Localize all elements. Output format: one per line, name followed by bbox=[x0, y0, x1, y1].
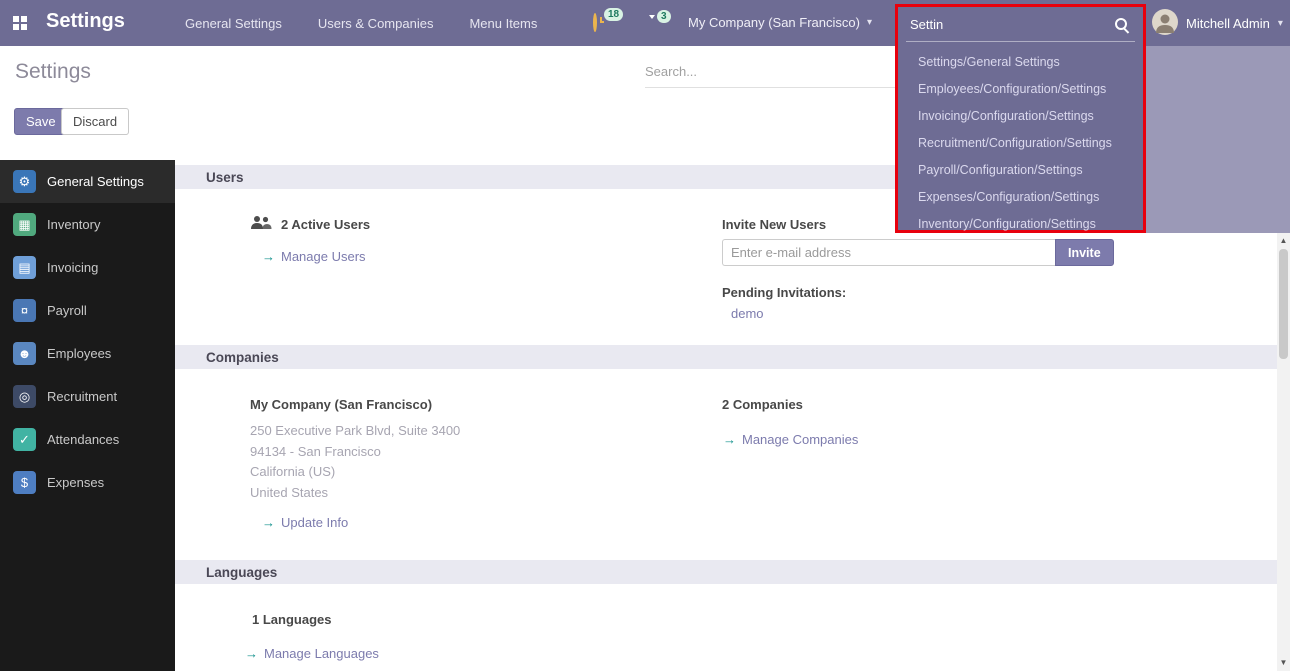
page-title: Settings bbox=[15, 60, 91, 84]
sidebar-item-employees[interactable]: ☻ Employees bbox=[0, 332, 175, 375]
address-line: California (US) bbox=[250, 462, 460, 483]
invite-form: Invite bbox=[722, 239, 1114, 266]
sidebar-item-expenses[interactable]: $ Expenses bbox=[0, 461, 175, 504]
address-line: 250 Executive Park Blvd, Suite 3400 bbox=[250, 421, 460, 442]
active-users-count: 2 Active Users bbox=[281, 217, 370, 232]
search-icon bbox=[1115, 18, 1127, 30]
sidebar-item-inventory[interactable]: ▦ Inventory bbox=[0, 203, 175, 246]
manage-companies-link[interactable]: → Manage Companies bbox=[723, 432, 858, 447]
menu-search-results: Settings/General Settings Employees/Conf… bbox=[898, 42, 1143, 238]
open-dropdown-region bbox=[1146, 46, 1290, 233]
users-section-title: Users bbox=[206, 170, 244, 185]
address-line: United States bbox=[250, 483, 460, 504]
manage-languages-label: Manage Languages bbox=[264, 646, 379, 661]
sidebar-item-label: Payroll bbox=[47, 303, 87, 318]
user-menu[interactable]: Mitchell Admin ▾ bbox=[1152, 9, 1283, 38]
menu-search-input[interactable] bbox=[906, 17, 1115, 32]
menu-general-settings[interactable]: General Settings bbox=[185, 16, 282, 31]
manage-companies-label: Manage Companies bbox=[742, 432, 858, 447]
search-result-item[interactable]: Employees/Configuration/Settings bbox=[898, 76, 1143, 103]
vertical-scrollbar[interactable]: ▲ ▼ bbox=[1277, 232, 1290, 671]
chevron-down-icon: ▾ bbox=[1278, 18, 1283, 29]
arrow-right-icon: → bbox=[245, 646, 258, 661]
update-info-link[interactable]: → Update Info bbox=[262, 515, 348, 530]
employees-icon: ☻ bbox=[13, 342, 36, 365]
app-title: Settings bbox=[46, 10, 125, 33]
languages-section-header: Languages bbox=[175, 560, 1278, 584]
arrow-right-icon: → bbox=[723, 432, 736, 447]
sidebar-item-payroll[interactable]: ¤ Payroll bbox=[0, 289, 175, 332]
company-switcher[interactable]: My Company (San Francisco) ▾ bbox=[688, 15, 872, 30]
settings-sidebar: ⚙ General Settings ▦ Inventory ▤ Invoici… bbox=[0, 160, 175, 671]
inventory-icon: ▦ bbox=[13, 213, 36, 236]
search-result-item[interactable]: Invoicing/Configuration/Settings bbox=[898, 103, 1143, 130]
user-avatar bbox=[1152, 9, 1178, 38]
search-result-item[interactable]: Settings/General Settings bbox=[898, 49, 1143, 76]
manage-languages-link[interactable]: → Manage Languages bbox=[245, 646, 379, 661]
manage-users-label: Manage Users bbox=[281, 249, 366, 264]
search-result-item[interactable]: Inventory/Configuration/Settings bbox=[898, 211, 1143, 238]
expenses-icon: $ bbox=[13, 471, 36, 494]
invite-email-input[interactable] bbox=[722, 239, 1055, 266]
attendance-icon: ✓ bbox=[13, 428, 36, 451]
activity-systray-button[interactable]: 18 bbox=[593, 15, 597, 30]
search-result-item[interactable]: Payroll/Configuration/Settings bbox=[898, 157, 1143, 184]
sidebar-item-label: Invoicing bbox=[47, 260, 98, 275]
menu-users-companies[interactable]: Users & Companies bbox=[318, 16, 434, 31]
sidebar-item-invoicing[interactable]: ▤ Invoicing bbox=[0, 246, 175, 289]
sidebar-item-general-settings[interactable]: ⚙ General Settings bbox=[0, 160, 175, 203]
search-result-item[interactable]: Expenses/Configuration/Settings bbox=[898, 184, 1143, 211]
apps-menu-icon[interactable] bbox=[13, 16, 27, 30]
activity-count-badge: 18 bbox=[604, 8, 623, 21]
sidebar-item-recruitment[interactable]: ◎ Recruitment bbox=[0, 375, 175, 418]
sidebar-item-label: Recruitment bbox=[47, 389, 117, 404]
clock-icon bbox=[593, 13, 597, 32]
chevron-down-icon: ▾ bbox=[867, 17, 872, 28]
company-name: My Company (San Francisco) bbox=[250, 397, 432, 412]
address-line: 94134 - San Francisco bbox=[250, 442, 460, 463]
pending-invitations-label: Pending Invitations: bbox=[722, 285, 846, 300]
sidebar-item-label: General Settings bbox=[47, 174, 144, 189]
menu-menu-items[interactable]: Menu Items bbox=[469, 16, 537, 31]
discard-button[interactable]: Discard bbox=[61, 108, 129, 135]
users-group-icon bbox=[250, 215, 272, 233]
sidebar-item-attendances[interactable]: ✓ Attendances bbox=[0, 418, 175, 461]
companies-section-header: Companies bbox=[175, 345, 1278, 369]
arrow-right-icon: → bbox=[262, 249, 275, 264]
invite-new-users-label: Invite New Users bbox=[722, 217, 826, 232]
scroll-up-icon[interactable]: ▲ bbox=[1277, 234, 1290, 247]
menu-search-dropdown: Settings/General Settings Employees/Conf… bbox=[895, 4, 1146, 233]
companies-section-title: Companies bbox=[206, 350, 279, 365]
menu-search-input-row bbox=[906, 7, 1135, 42]
search-result-item[interactable]: Recruitment/Configuration/Settings bbox=[898, 130, 1143, 157]
payroll-icon: ¤ bbox=[13, 299, 36, 322]
update-info-label: Update Info bbox=[281, 515, 348, 530]
sidebar-item-label: Expenses bbox=[47, 475, 104, 490]
gear-icon: ⚙ bbox=[13, 170, 36, 193]
scrollbar-thumb[interactable] bbox=[1279, 249, 1288, 359]
company-name-label: My Company (San Francisco) bbox=[688, 15, 860, 30]
odoo-settings-window: Users 2 Active Users → Manage Users Invi… bbox=[0, 0, 1290, 671]
sidebar-item-label: Inventory bbox=[47, 217, 100, 232]
sidebar-item-label: Employees bbox=[47, 346, 111, 361]
arrow-right-icon: → bbox=[262, 515, 275, 530]
recruitment-icon: ◎ bbox=[13, 385, 36, 408]
languages-section-title: Languages bbox=[206, 565, 277, 580]
active-users-summary: 2 Active Users bbox=[250, 215, 370, 233]
languages-count: 1 Languages bbox=[252, 612, 331, 627]
manage-users-link[interactable]: → Manage Users bbox=[262, 249, 366, 264]
user-name-label: Mitchell Admin bbox=[1186, 16, 1270, 31]
invite-button[interactable]: Invite bbox=[1055, 239, 1114, 266]
invoice-icon: ▤ bbox=[13, 256, 36, 279]
pending-user-demo[interactable]: demo bbox=[731, 306, 764, 321]
app-menu: General Settings Users & Companies Menu … bbox=[185, 0, 537, 46]
scroll-down-icon[interactable]: ▼ bbox=[1277, 656, 1290, 669]
company-address: 250 Executive Park Blvd, Suite 3400 9413… bbox=[250, 421, 460, 503]
sidebar-item-label: Attendances bbox=[47, 432, 119, 447]
message-count-badge: 3 bbox=[657, 10, 671, 23]
companies-count: 2 Companies bbox=[722, 397, 803, 412]
save-button[interactable]: Save bbox=[14, 108, 68, 135]
